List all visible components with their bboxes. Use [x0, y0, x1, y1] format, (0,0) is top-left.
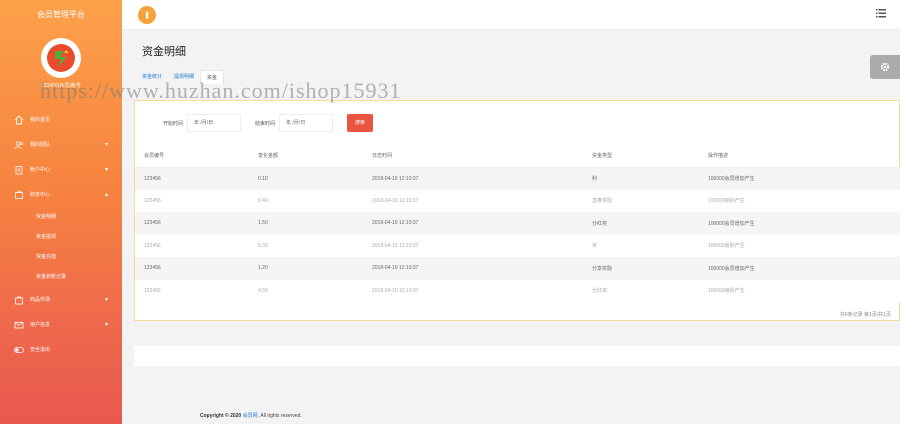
- chevron-down-icon: ▾: [104, 322, 108, 328]
- sidebar-item-account[interactable]: 账户中心 ▾: [0, 157, 122, 182]
- column-header-fund-type: 资金类型: [583, 145, 699, 168]
- sidebar-item-user-info[interactable]: 用户信息 ▾: [0, 312, 122, 337]
- footer-rights: . All rights reserved.: [257, 413, 302, 419]
- page-title: 资金明细: [142, 46, 186, 58]
- content-divider-strip: [134, 346, 900, 366]
- cell-description: 100000级别产生: [699, 189, 900, 212]
- home-icon: [14, 114, 24, 125]
- fund-detail-table: 会员编号 变化金额 日志时间 资金类型 操作描述 123456 0.10 201…: [135, 145, 900, 302]
- cell-description: 100000会员增加产生: [699, 257, 900, 280]
- cell-description: 100000会员增加产生: [699, 167, 900, 190]
- table-row: 123456 1.20 2018-04-10 12:10:37 分享奖励 100…: [135, 257, 900, 280]
- cell-member-id: 123456: [135, 257, 249, 280]
- cell-log-time: 2018-04-10 12:10:37: [363, 212, 583, 235]
- table-row: 123456 4.50 2018-04-10 12:10:37 分红奖 1000…: [135, 279, 900, 302]
- footer-copyright: Copyright © 2020: [200, 413, 242, 419]
- list-menu-icon[interactable]: [876, 9, 886, 18]
- sidebar-item-home[interactable]: 我的首页: [0, 107, 122, 132]
- watermark-text: https://www.huzhan.com/ishop15931: [40, 78, 402, 103]
- date-filter-form: 开始时间 年 /月/日 结束时间 年 /月/日 搜索: [163, 113, 374, 133]
- cell-fund-type: 利: [583, 167, 699, 190]
- footer-brand-link[interactable]: 会员网: [243, 413, 258, 419]
- logo-icon: [47, 44, 75, 72]
- fund-detail-panel: 开始时间 年 /月/日 结束时间 年 /月/日 搜索 会员编号 变化金额 日志时…: [134, 100, 900, 321]
- cell-description: 100000会员增加产生: [699, 212, 900, 235]
- end-date-input[interactable]: 年 /月/日: [279, 114, 334, 132]
- cell-log-time: 2018-04-10 12:10:37: [363, 167, 583, 190]
- pagination-info: 共6条记录 第1页/共1页: [839, 312, 891, 318]
- sidebar-item-label: 商品市场: [30, 297, 51, 303]
- column-header-log-time: 日志时间: [363, 145, 583, 168]
- chevron-down-icon: ▾: [104, 297, 108, 303]
- sidebar-item-label: 我的首页: [30, 117, 51, 123]
- sidebar-item-team[interactable]: 我的团队 ▾: [0, 132, 122, 157]
- sidebar-item-label: 账户中心: [30, 167, 51, 173]
- cell-member-id: 123456: [135, 234, 249, 257]
- start-date-label: 开始时间: [163, 120, 184, 127]
- toggle-icon: [14, 345, 24, 355]
- sidebar-item-label: 安全退出: [30, 347, 51, 353]
- submenu-item-transfer-records[interactable]: 资金转账记录: [0, 267, 122, 287]
- cell-member-id: 123456: [135, 167, 249, 190]
- finance-submenu: 资金明细 资金提现 资金充值 资金转账记录: [0, 207, 122, 287]
- sidebar-toggle-button[interactable]: ❚: [138, 6, 156, 24]
- cell-amount: 0.10: [249, 167, 363, 190]
- column-header-amount: 变化金额: [249, 145, 363, 168]
- table-row: 123456 0.10 2018-04-10 12:10:37 利 100000…: [135, 167, 900, 190]
- sidebar-menu: 我的首页 我的团队 ▾ 账户中心 ▾ 财务中心 ▴ 资金明细 资金提现 资金充值…: [0, 107, 122, 362]
- cell-fund-type: 奖: [583, 234, 699, 257]
- sidebar: 会员管理平台 123456(会员)账号 我的首页 我的团队 ▾ 账户中心 ▾ 财…: [0, 0, 122, 424]
- chevron-up-icon: ▴: [104, 192, 108, 198]
- logo: [41, 38, 81, 78]
- sidebar-item-logout[interactable]: 安全退出: [0, 337, 122, 362]
- cell-amount: 0.40: [249, 189, 363, 212]
- cell-log-time: 2018-04-10 12:10:37: [363, 257, 583, 280]
- cell-description: 100000级别产生: [699, 234, 900, 257]
- table-row: 123456 0.40 2018-04-10 12:10:37 直推奖励 100…: [135, 189, 900, 212]
- submenu-item-fund-details[interactable]: 资金明细: [0, 207, 122, 227]
- users-icon: [14, 140, 24, 150]
- chevron-down-icon: ▾: [104, 142, 108, 148]
- cell-fund-type: 分红奖: [583, 279, 699, 302]
- cell-amount: 4.50: [249, 279, 363, 302]
- start-date-input[interactable]: 年 /月/日: [187, 114, 242, 132]
- column-header-description: 操作描述: [699, 145, 900, 168]
- cell-fund-type: 分红奖: [583, 212, 699, 235]
- sidebar-item-label: 用户信息: [30, 322, 51, 328]
- cell-amount: 0.30: [249, 234, 363, 257]
- table-row: 123456 0.30 2018-04-10 12:10:37 奖 100000…: [135, 234, 900, 257]
- footer: Copyright © 2020 会员网. All rights reserve…: [200, 412, 302, 419]
- gear-icon: [880, 62, 890, 72]
- table-row: 123456 1.50 2018-04-10 12:10:37 分红奖 1000…: [135, 212, 900, 235]
- cell-member-id: 123456: [135, 279, 249, 302]
- bag-icon: [14, 295, 24, 305]
- cell-fund-type: 分享奖励: [583, 257, 699, 280]
- cell-member-id: 123456: [135, 212, 249, 235]
- submenu-item-recharge[interactable]: 资金充值: [0, 247, 122, 267]
- settings-button[interactable]: [870, 55, 900, 79]
- search-button[interactable]: 搜索: [347, 114, 374, 132]
- cell-fund-type: 直推奖励: [583, 189, 699, 212]
- column-header-member-id: 会员编号: [135, 145, 249, 168]
- top-bar: ❚: [122, 0, 900, 30]
- cell-log-time: 2018-04-10 12:10:37: [363, 189, 583, 212]
- cell-log-time: 2018-04-10 12:10:37: [363, 234, 583, 257]
- mail-icon: [14, 320, 24, 330]
- cell-member-id: 123456: [135, 189, 249, 212]
- sidebar-item-label: 财务中心: [30, 192, 51, 198]
- chevron-down-icon: ▾: [104, 167, 108, 173]
- table-header-row: 会员编号 变化金额 日志时间 资金类型 操作描述: [135, 145, 900, 168]
- cell-description: 100000级别产生: [699, 279, 900, 302]
- clipboard-icon: [14, 165, 24, 175]
- brand-title: 会员管理平台: [37, 10, 85, 19]
- submenu-item-withdraw[interactable]: 资金提现: [0, 227, 122, 247]
- sidebar-item-label: 我的团队: [30, 142, 51, 148]
- end-date-label: 结束时间: [255, 120, 276, 127]
- wallet-icon: [14, 190, 24, 200]
- sidebar-item-market[interactable]: 商品市场 ▾: [0, 287, 122, 312]
- cell-log-time: 2018-04-10 12:10:37: [363, 279, 583, 302]
- cell-amount: 1.50: [249, 212, 363, 235]
- cell-amount: 1.20: [249, 257, 363, 280]
- sidebar-item-finance[interactable]: 财务中心 ▴: [0, 182, 122, 207]
